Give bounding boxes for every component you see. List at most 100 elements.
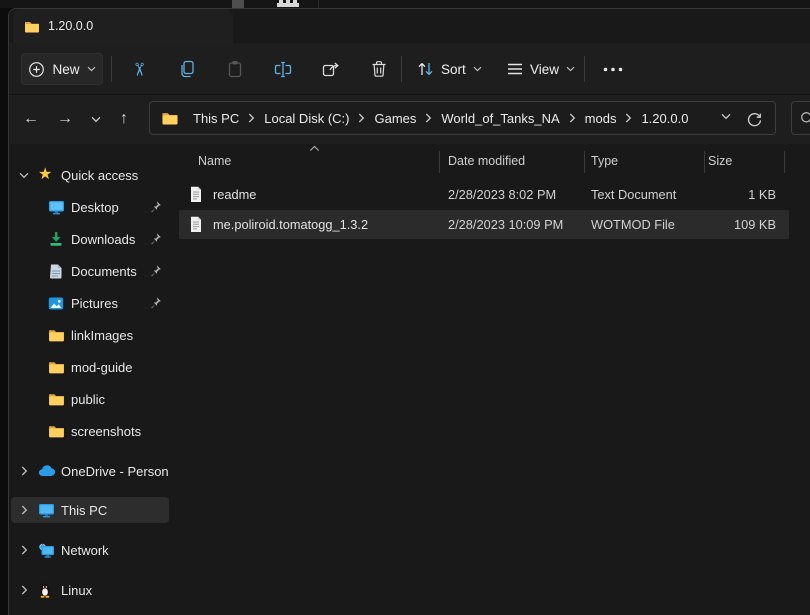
sidebar-item-onedrive[interactable]: OneDrive - Personal [11,458,169,484]
sort-icon [417,61,434,77]
chevron-right-icon[interactable] [17,585,31,595]
chevron-right-icon[interactable] [355,113,368,123]
background-tab-divider [232,0,244,8]
column-divider[interactable] [584,151,585,173]
share-icon [322,60,340,78]
copy-button[interactable] [167,51,207,87]
breadcrumb-mods[interactable]: mods [579,108,623,129]
address-dropdown-chevron-icon[interactable] [721,113,731,120]
column-header-type[interactable]: Type [591,154,618,168]
file-row-readme[interactable]: readme 2/28/2023 8:02 PM Text Document 1… [171,180,810,209]
up-button[interactable]: ↑ [110,105,138,133]
sidebar-item-quick-access[interactable]: ★ Quick access [11,162,169,188]
sidebar-item-label: Documents [71,264,137,279]
pictures-icon [48,296,64,311]
breadcrumb-world-of-tanks[interactable]: World_of_Tanks_NA [435,108,565,129]
sidebar-item-network[interactable]: Network [11,537,169,563]
see-more-button[interactable] [593,51,633,87]
trash-icon [371,60,387,78]
chevron-right-icon[interactable] [17,545,31,555]
sidebar-item-label: This PC [61,503,107,518]
column-divider[interactable] [439,151,440,173]
sidebar-item-downloads[interactable]: Downloads [11,226,169,252]
column-header-name[interactable]: Name [198,154,231,168]
rename-button[interactable] [263,51,303,87]
linux-penguin-icon [38,582,52,598]
background-window-strip [0,0,810,8]
chevron-down-icon [473,66,482,72]
file-date-modified: 2/28/2023 10:09 PM [448,217,563,232]
file-size: 1 KB [651,187,776,202]
sidebar-item-label: Desktop [71,200,119,215]
column-divider[interactable] [784,151,785,173]
paste-button[interactable] [215,51,255,87]
sidebar-item-label: Network [61,543,109,558]
folder-icon [48,360,65,374]
file-list: Name Date modified Type Size readme 2/28… [171,144,810,615]
view-button-label: View [530,62,559,77]
back-button[interactable]: ← [17,105,45,133]
chevron-down-icon[interactable] [17,172,31,179]
cut-button[interactable]: ✂ [119,51,159,87]
sidebar-item-documents[interactable]: Documents [11,258,169,284]
chevron-right-icon[interactable] [17,466,31,476]
chevron-right-icon[interactable] [17,505,31,515]
navigation-bar: ← → ↑ This PC Local Disk (C:) Games Worl… [9,95,810,144]
sort-ascending-icon [309,145,320,152]
text-file-icon [189,216,203,232]
this-pc-icon [38,503,55,518]
recent-locations-button[interactable] [82,105,110,133]
back-arrow-icon: ← [23,110,39,128]
breadcrumb-current[interactable]: 1.20.0.0 [635,108,694,129]
breadcrumb-games[interactable]: Games [368,108,422,129]
chevron-right-icon[interactable] [566,113,579,123]
folder-icon [161,111,179,125]
share-button[interactable] [311,51,351,87]
folder-icon [48,424,65,438]
plus-circle-icon [28,61,45,78]
address-bar[interactable]: This PC Local Disk (C:) Games World_of_T… [149,101,776,135]
forward-button[interactable]: → [51,105,79,133]
sidebar-item-this-pc[interactable]: This PC [11,497,169,523]
column-header-date-modified[interactable]: Date modified [448,154,525,168]
sort-button[interactable]: Sort [407,53,492,85]
column-divider[interactable] [704,151,705,173]
network-icon [38,543,55,558]
view-button[interactable]: View [497,53,585,85]
file-row-tomatogg-mod[interactable]: me.poliroid.tomatogg_1.3.2 2/28/2023 10:… [171,210,810,239]
breadcrumb: This PC Local Disk (C:) Games World_of_T… [187,108,694,129]
breadcrumb-this-pc[interactable]: This PC [187,108,245,129]
search-input[interactable] [791,101,810,135]
sidebar-item-mod-guide[interactable]: mod-guide [11,354,169,380]
star-icon: ★ [38,167,52,183]
copy-icon [179,60,196,78]
sidebar-item-pictures[interactable]: Pictures [11,290,169,316]
navigation-pane: ★ Quick access Desktop Downloads [9,144,171,615]
background-strip-line [318,0,319,8]
chevron-right-icon[interactable] [245,113,258,123]
sidebar-item-desktop[interactable]: Desktop [11,194,169,220]
explorer-tab[interactable]: 1.20.0.0 [13,9,233,43]
chevron-right-icon[interactable] [622,113,635,123]
column-header-size[interactable]: Size [708,154,732,168]
see-more-icon [603,67,623,72]
refresh-button[interactable] [741,108,767,130]
pin-icon [149,232,162,245]
sidebar-item-public[interactable]: public [11,386,169,412]
file-name: me.poliroid.tomatogg_1.3.2 [213,217,368,232]
sidebar-item-linux[interactable]: Linux [11,577,169,603]
rename-icon [274,61,292,78]
sidebar-item-label: Quick access [61,168,138,183]
pin-icon [149,200,162,213]
pin-icon [149,296,162,309]
sidebar-item-screenshots[interactable]: screenshots [11,418,169,444]
new-button[interactable]: New [21,53,103,85]
content-area: ★ Quick access Desktop Downloads [9,144,810,615]
chevron-down-icon [87,66,96,72]
view-list-icon [507,62,523,76]
sidebar-item-label: Linux [61,583,92,598]
chevron-right-icon[interactable] [422,113,435,123]
sidebar-item-linkimages[interactable]: linkImages [11,322,169,348]
delete-button[interactable] [359,51,399,87]
breadcrumb-local-disk[interactable]: Local Disk (C:) [258,108,355,129]
